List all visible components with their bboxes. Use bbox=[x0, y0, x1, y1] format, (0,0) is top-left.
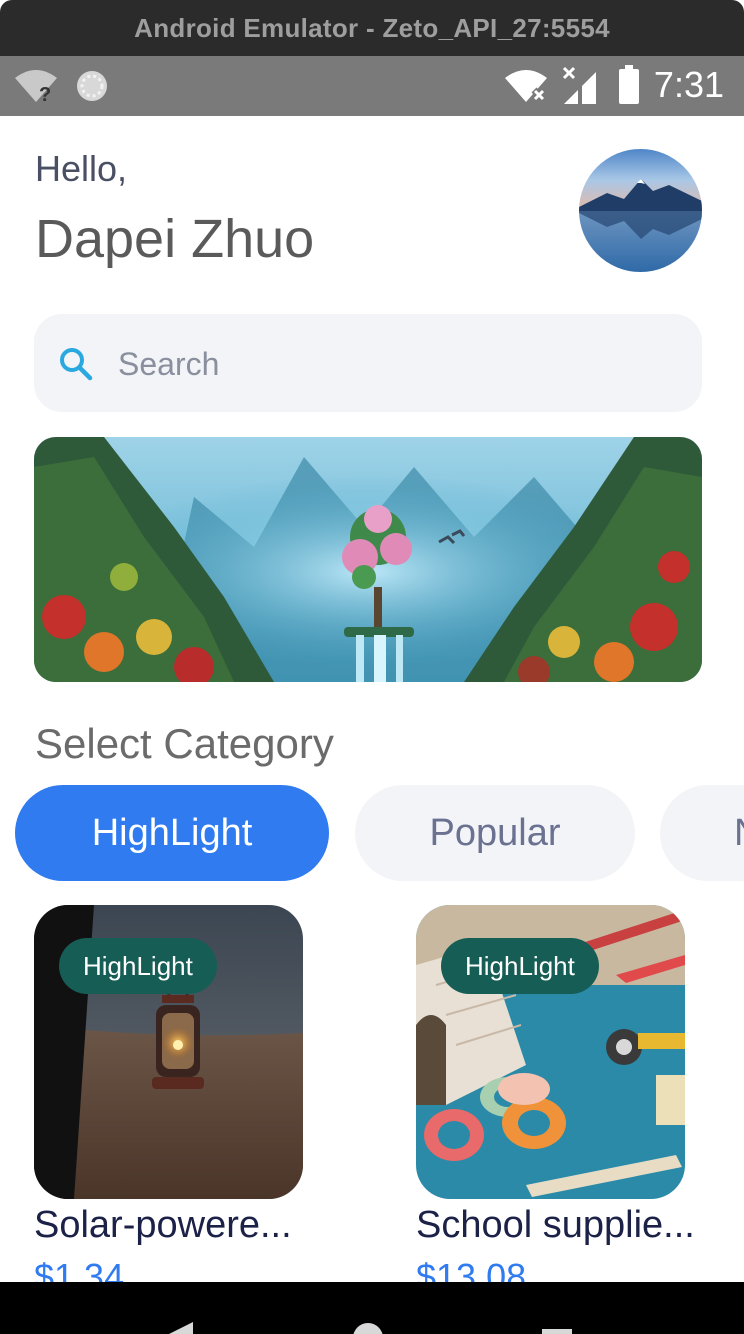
category-chip-partial[interactable]: N bbox=[660, 785, 744, 881]
user-name: Dapei Zhuo bbox=[35, 209, 315, 269]
status-time: 7:31 bbox=[653, 64, 724, 105]
search-icon bbox=[58, 346, 94, 387]
loading-icon bbox=[75, 69, 109, 108]
avatar[interactable] bbox=[579, 149, 702, 272]
chip-label: HighLight bbox=[91, 811, 253, 854]
promo-banner[interactable] bbox=[34, 437, 702, 682]
search-bar[interactable] bbox=[34, 314, 702, 414]
search-input[interactable] bbox=[116, 314, 680, 414]
category-chip-popular[interactable]: Popular bbox=[355, 785, 635, 881]
recents-icon[interactable] bbox=[542, 1326, 572, 1334]
section-title-category: Select Category bbox=[35, 720, 334, 767]
product-badge: HighLight bbox=[59, 938, 217, 994]
back-icon[interactable] bbox=[165, 1322, 195, 1334]
home-icon[interactable] bbox=[352, 1322, 384, 1334]
wifi-unknown-icon: ? bbox=[14, 68, 58, 109]
product-title[interactable]: School supplie... bbox=[416, 1204, 695, 1247]
no-signal-icon bbox=[560, 66, 598, 111]
chip-label: N bbox=[734, 812, 744, 855]
chip-label: Popular bbox=[429, 811, 561, 854]
wifi-off-icon bbox=[504, 68, 550, 109]
category-chip-highlight[interactable]: HighLight bbox=[15, 785, 329, 881]
product-badge: HighLight bbox=[441, 938, 599, 994]
emulator-title-bar: Android Emulator - Zeto_API_27:5554 bbox=[0, 0, 744, 56]
system-nav-bar bbox=[0, 1282, 744, 1334]
window-title: Android Emulator - Zeto_API_27:5554 bbox=[134, 12, 610, 43]
battery-icon bbox=[618, 65, 640, 110]
product-title[interactable]: Solar-powere... bbox=[34, 1204, 292, 1247]
greeting-text: Hello, bbox=[35, 148, 128, 189]
status-bar: ? 7:31 bbox=[0, 56, 744, 116]
svg-text:?: ? bbox=[39, 84, 51, 104]
